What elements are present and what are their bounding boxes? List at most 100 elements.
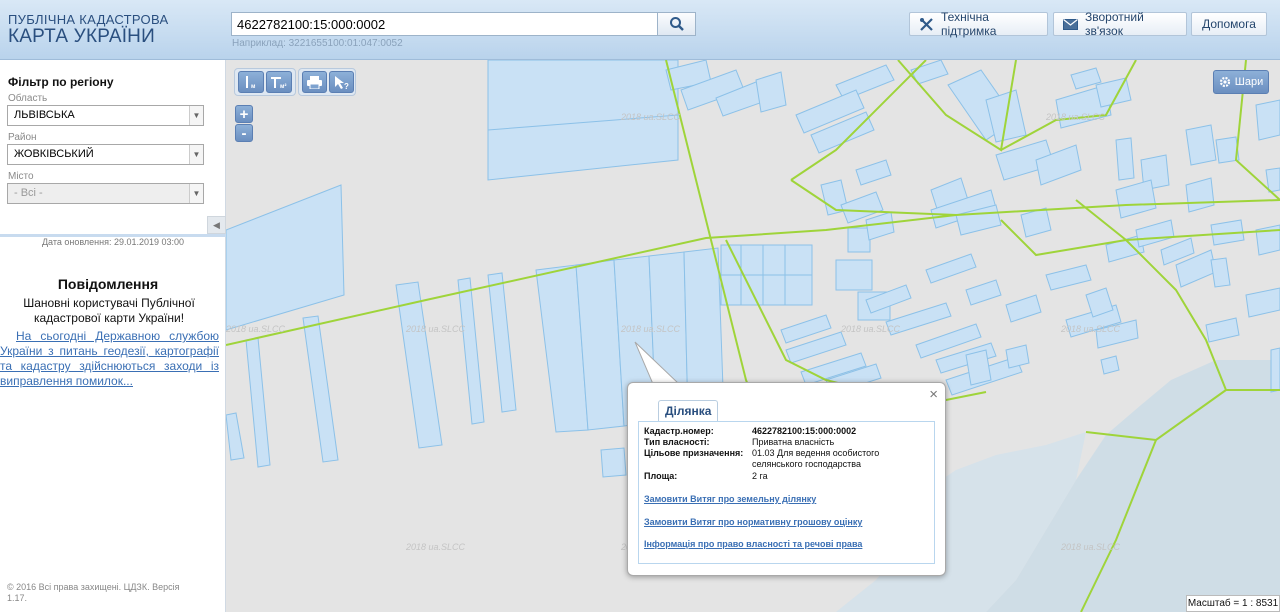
parcel[interactable]	[1185, 124, 1217, 166]
parcel[interactable]	[1245, 287, 1280, 318]
parcel[interactable]	[226, 184, 345, 331]
parcel[interactable]	[835, 259, 873, 291]
parcel[interactable]	[965, 349, 992, 386]
parcel[interactable]	[1005, 294, 1042, 323]
gear-icon	[1219, 76, 1230, 88]
parcel[interactable]	[965, 279, 1002, 306]
parcel[interactable]	[855, 159, 892, 186]
oblast-label: Область	[8, 93, 48, 104]
city-value: - Всі -	[14, 187, 43, 199]
order-extract-link[interactable]: Замовити Витяг про земельну ділянку	[644, 494, 816, 504]
parcel[interactable]	[302, 315, 339, 463]
collapse-sidebar-button[interactable]: ◀	[207, 216, 226, 234]
parcel[interactable]	[1255, 99, 1280, 141]
city-label: Місто	[8, 171, 34, 182]
area-key: Площа:	[644, 471, 678, 481]
parcel[interactable]	[600, 447, 627, 478]
parcel[interactable]	[226, 412, 245, 461]
cad-number-key: Кадастр.номер:	[644, 426, 714, 436]
tab-parcel[interactable]: Ділянка	[658, 400, 719, 421]
parcel[interactable]	[925, 253, 977, 284]
parcel[interactable]	[1210, 257, 1231, 288]
print-toolgroup: ?	[298, 68, 356, 96]
zoom-in-button[interactable]: +	[235, 105, 253, 123]
parcel[interactable]	[1205, 317, 1240, 343]
parcel[interactable]	[755, 71, 787, 113]
parcel[interactable]	[784, 274, 813, 306]
city-select[interactable]: - Всі - ▼	[7, 183, 204, 204]
help-label: Допомога	[1202, 17, 1256, 31]
search-input[interactable]	[231, 12, 658, 36]
parcel-popup: × Ділянка Кадастр.номер: 4622782100:15:0…	[627, 382, 946, 576]
envelope-icon	[1063, 18, 1078, 30]
parcel[interactable]	[762, 274, 786, 306]
measure-distance-button[interactable]: м	[238, 71, 264, 93]
rayon-value: ЖОВКІВСЬКИЙ	[14, 148, 94, 160]
close-icon[interactable]: ×	[929, 386, 938, 403]
watermark: 2018 ua.SLCC	[620, 112, 681, 122]
logo-line2: КАРТА УКРАЇНИ	[8, 26, 155, 47]
help-button[interactable]: Допомога	[1191, 12, 1267, 36]
message-link[interactable]: На сьогодні Державною службою України з …	[0, 329, 219, 389]
printer-icon	[307, 75, 322, 89]
identify-button[interactable]: ?	[329, 71, 354, 93]
parcel[interactable]	[784, 244, 813, 276]
parcel[interactable]	[457, 277, 485, 425]
cursor-question-icon: ?	[334, 75, 349, 90]
parcel[interactable]	[1185, 177, 1215, 213]
chevron-down-icon: ▼	[189, 106, 203, 125]
tools-icon	[920, 17, 933, 31]
support-label: Технічна підтримка	[941, 10, 997, 38]
chevron-down-icon: ▼	[189, 145, 203, 164]
watermark: 2018 ua.SLCC	[405, 542, 466, 552]
parcel[interactable]	[740, 244, 764, 276]
parcel[interactable]	[1115, 137, 1135, 181]
watermark: 2018 ua.SLCC	[1060, 324, 1121, 334]
cad-number-value: 4622782100:15:000:0002	[752, 426, 857, 436]
message-title: Повідомлення	[57, 276, 159, 292]
svg-text:м²: м²	[280, 83, 286, 89]
area-value: 2 га	[752, 471, 768, 481]
parcel[interactable]	[1100, 355, 1120, 375]
support-button[interactable]: Технічна підтримка	[909, 10, 1048, 38]
ruler-icon: м	[246, 76, 256, 89]
parcel[interactable]	[1135, 219, 1175, 248]
oblast-value: ЛЬВІВСЬКА	[14, 109, 75, 121]
logo[interactable]: ПУБЛІЧНА КАДАСТРОВА КАРТА УКРАЇНИ	[8, 12, 168, 46]
chevron-down-icon: ▼	[189, 184, 203, 203]
parcel[interactable]	[847, 227, 871, 253]
message-body: Шановні користувачі Публічної кадастрово…	[23, 296, 195, 325]
search-button[interactable]	[657, 12, 696, 36]
parcel[interactable]	[1020, 207, 1052, 238]
map[interactable]: 2018 ua.SLCC 2018 ua.SLCC 2018 ua.SLCC 2…	[226, 60, 1280, 612]
parcel[interactable]	[487, 272, 517, 413]
parcel[interactable]	[1005, 344, 1030, 369]
area-ruler-icon: м²	[271, 77, 286, 89]
parcel[interactable]	[762, 244, 786, 276]
oblast-select[interactable]: ЛЬВІВСЬКА ▼	[7, 105, 204, 126]
watermark: 2018 ua.SLCC	[620, 324, 681, 334]
order-valuation-link[interactable]: Замовити Витяг про нормативну грошову оц…	[644, 517, 862, 527]
copyright: © 2016 Всі права захищені. ЦДЗК. Версія …	[7, 582, 180, 603]
print-button[interactable]	[302, 71, 327, 93]
feedback-button[interactable]: Зворотний зв'язок	[1053, 10, 1187, 38]
measure-area-button[interactable]: м²	[266, 71, 292, 93]
sidebar: Фільтр по регіону Область ЛЬВІВСЬКА ▼ Ра…	[0, 60, 226, 612]
zoom-out-button[interactable]: -	[235, 124, 253, 142]
watermark: 2018 ua.SLCC	[405, 324, 466, 334]
parcel[interactable]	[395, 281, 443, 449]
popup-panel: Кадастр.номер: 4622782100:15:000:0002 Ти…	[638, 421, 935, 564]
parcel[interactable]	[1270, 347, 1280, 393]
filter-title: Фільтр по регіону	[8, 75, 114, 89]
parcel[interactable]	[865, 211, 895, 241]
rayon-select[interactable]: ЖОВКІВСЬКИЙ ▼	[7, 144, 204, 165]
purpose-value: 01.03 Для ведення особистого селянського…	[752, 448, 880, 469]
ownership-info-link[interactable]: Інформація про право власності та речові…	[644, 539, 862, 549]
parcel[interactable]	[245, 337, 271, 468]
parcel[interactable]	[1115, 179, 1157, 219]
feedback-label: Зворотний зв'язок	[1085, 10, 1144, 38]
layers-button[interactable]: Шари	[1213, 70, 1269, 94]
purpose-key: Цільове призначення:	[644, 448, 744, 458]
parcel[interactable]	[1045, 264, 1092, 291]
layers-label: Шари	[1234, 76, 1264, 88]
